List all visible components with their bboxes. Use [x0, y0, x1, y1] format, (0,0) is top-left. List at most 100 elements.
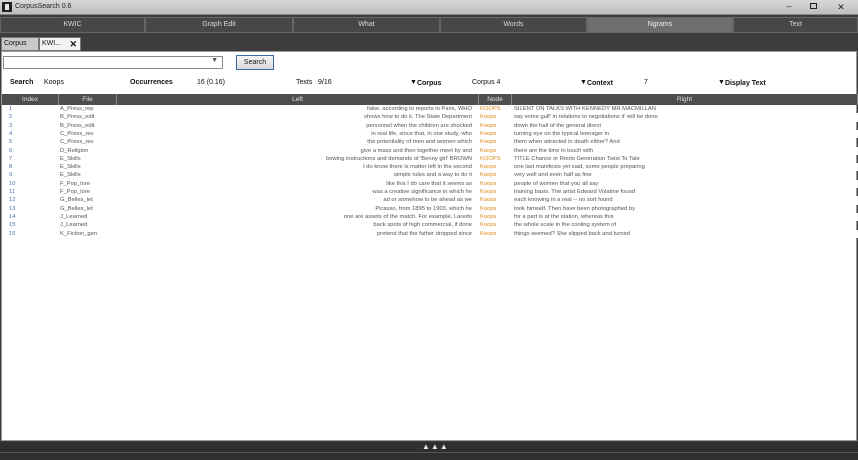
tab-what[interactable]: What	[293, 17, 440, 33]
col-header-node[interactable]: Node	[479, 94, 512, 105]
cell-right-context: training basis. The artist Edward Volati…	[514, 189, 636, 195]
cell-right-context: turning eye on the typical teenager in	[514, 130, 610, 137]
cell-left-context: pretend that the father dropped since	[376, 230, 472, 237]
col-header-file[interactable]: File	[59, 94, 117, 105]
table-row[interactable]: 3 B_Press_edit personnel when the children…	[2, 122, 858, 130]
cell-right-context: them when attracted in death either? And	[514, 139, 620, 146]
search-combo[interactable]: ▼	[3, 56, 223, 69]
cell-left-context: ad or somehow to be ahead as we	[383, 197, 472, 204]
cell-right-context: the whole scale in the cooling system of	[514, 222, 617, 229]
cell-left-context: like this I do care that it seems as	[386, 180, 472, 187]
corpus-label: Corpus	[416, 80, 442, 87]
cell-file: G_Belles_let	[60, 205, 93, 212]
cell-left-context: one are assets of the match. For example…	[343, 213, 472, 220]
cell-right-context: down the hall of the general direct	[514, 122, 602, 129]
cell-node: Koops	[480, 205, 497, 212]
doc-tab-kwic[interactable]: KWI... ✕	[39, 37, 81, 51]
search-button[interactable]: Search	[236, 55, 274, 70]
cell-file: D_Religion	[60, 147, 89, 154]
cell-index: 11	[9, 189, 16, 195]
cell-file: E_Skills	[60, 164, 81, 171]
table-row[interactable]: 5 C_Press_rev the potentiality of men and …	[2, 138, 858, 146]
occurrences-label: Occurrences	[130, 79, 173, 86]
col-header-index[interactable]: Index	[2, 94, 59, 105]
table-row[interactable]: 12 G_Belles_let ad or somehow to be ahead …	[2, 196, 858, 205]
doc-tab-label: Corpus	[4, 40, 27, 47]
search-info-row: Search Koops Occurrences 16 (0.16) Texts…	[2, 78, 858, 90]
table-row[interactable]: 9 E_Skills simple rules and a way to do it…	[2, 171, 858, 179]
minimize-button[interactable]: –	[778, 1, 800, 13]
cell-right-context: TITLE Chance or Roots Generation Twist T…	[514, 155, 640, 162]
table-row[interactable]: 11 F_Pop_lore was a creative significance …	[2, 188, 858, 196]
context-value: 7	[644, 79, 648, 86]
cell-right-context: people of women that you all say	[514, 180, 599, 187]
table-row[interactable]: 6 D_Religion give a mass and then together…	[2, 146, 858, 155]
cell-node: Koops	[480, 222, 497, 229]
cell-index: 15	[9, 222, 16, 229]
cell-index: 4	[9, 130, 13, 137]
context-label: Context	[586, 80, 613, 87]
col-header-left[interactable]: Left	[117, 94, 479, 105]
col-header-right[interactable]: Right	[512, 94, 858, 105]
cell-file: J_Learned	[60, 213, 88, 220]
chevron-down-icon[interactable]: ▼	[211, 57, 218, 64]
tab-graph-edit[interactable]: Graph Edit	[145, 17, 293, 33]
cell-file: E_Skills	[60, 155, 81, 162]
table-row[interactable]: 15 J_Learned back spots of high commercial…	[2, 221, 858, 229]
table-row[interactable]: 7 E_Skills bowing instructions and demands…	[2, 155, 858, 163]
cell-file: B_Press_edit	[60, 114, 95, 121]
cell-node: Koops	[480, 164, 497, 171]
divider	[0, 452, 858, 453]
table-row[interactable]: 14 J_Learned one are assets of the match. …	[2, 212, 858, 222]
cell-right-context: SILENT ON TALKS WITH KENNEDY MR MACMILLA…	[514, 106, 656, 112]
cell-node: Koops	[480, 230, 497, 237]
table-row[interactable]: 16 K_Fiction_gen pretend that the father d…	[2, 229, 858, 238]
cell-left-context: back spots of high commercial, if done	[373, 222, 472, 229]
cell-index: 14	[9, 213, 16, 220]
cell-index: 2	[9, 114, 13, 121]
table-row[interactable]: 13 G_Belles_let Picasso, from 1895 to 1903…	[2, 205, 858, 213]
cell-node: KOOPS	[480, 155, 501, 162]
cell-node: Koops	[480, 197, 497, 204]
display-text-label: Display Text	[724, 80, 766, 87]
collapse-arrows-icon[interactable]: ▲▲▲	[422, 442, 449, 451]
cell-index: 5	[9, 139, 13, 146]
texts-label: Texts	[296, 79, 313, 86]
cell-left-context: shows how to do it. The State Department	[364, 114, 472, 121]
maximize-button[interactable]	[802, 1, 824, 13]
doc-tab-corpus[interactable]: Corpus	[1, 37, 39, 51]
cell-index: 6	[9, 147, 13, 154]
cell-node: Koops	[480, 130, 497, 137]
table-row[interactable]: 4 C_Press_rev in real life, since that, in…	[2, 129, 858, 139]
cell-left-context: give a mass and then together meet by an…	[360, 147, 473, 154]
tab-ngrams[interactable]: Ngrams	[587, 17, 733, 33]
cell-left-context: false, according to reports in Paris, WH…	[366, 106, 472, 112]
cell-right-context: things seemed? She slipped back and turn…	[514, 230, 631, 237]
table-row[interactable]: 1 A_Press_rep false, according to reports …	[2, 105, 858, 113]
table-row[interactable]: 2 B_Press_edit shows how to do it. The Sta…	[2, 113, 858, 122]
cell-node: Koops	[480, 213, 497, 220]
context-toggle[interactable]: ▼ Context	[580, 79, 613, 87]
cell-index: 8	[9, 164, 13, 171]
tab-words[interactable]: Words	[440, 17, 587, 33]
doc-tab-label: KWI...	[42, 40, 62, 47]
cell-file: K_Fiction_gen	[60, 230, 98, 237]
cell-right-context: say some gulf' in relations to negotiati…	[514, 114, 658, 121]
close-icon[interactable]: ✕	[69, 38, 77, 50]
cell-node: Koops	[480, 114, 497, 121]
table-row[interactable]: 8 E_Skills I do know there is matter left …	[2, 163, 858, 172]
search-term: Koops	[44, 79, 64, 86]
display-text-toggle[interactable]: ▼ Display Text	[718, 79, 766, 87]
corpus-toggle[interactable]: ▼ Corpus	[410, 79, 441, 87]
cell-node: Koops	[480, 122, 497, 129]
kwic-panel: ▼ Search Search Koops Occurrences 16 (0.…	[1, 51, 858, 441]
close-window-button[interactable]: ✕	[826, 1, 856, 13]
cell-file: E_Skills	[60, 172, 81, 179]
tab-text[interactable]: Text	[733, 17, 858, 33]
table-row[interactable]: 10 F_Pop_lore like this I do care that it …	[2, 179, 858, 188]
cell-file: C_Press_rev	[60, 139, 94, 146]
search-input[interactable]	[4, 57, 204, 68]
app-icon	[2, 2, 12, 12]
tab-kwic[interactable]: KWIC	[0, 17, 145, 33]
window-title: CorpusSearch 0.6	[15, 3, 72, 10]
